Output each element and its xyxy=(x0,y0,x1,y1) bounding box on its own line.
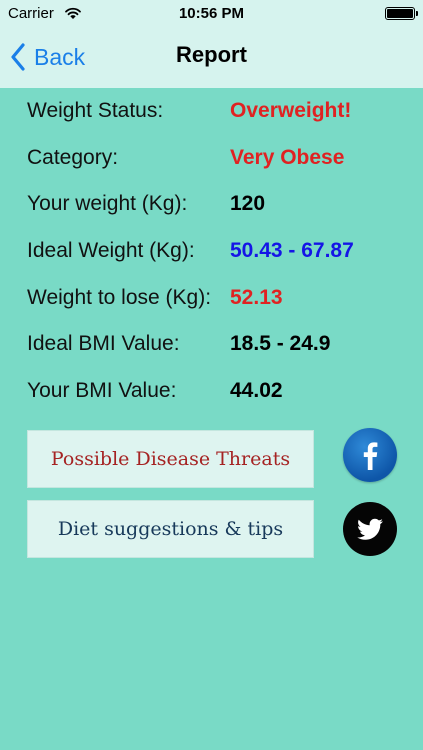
report-row-ideal-weight: Ideal Weight (Kg): 50.43 - 67.87 xyxy=(27,236,407,283)
battery-icon xyxy=(385,7,418,20)
diet-tips-button[interactable]: Diet suggestions & tips xyxy=(27,500,314,558)
report-row-ideal-bmi: Ideal BMI Value: 18.5 - 24.9 xyxy=(27,329,407,376)
report-row-category: Category: Very Obese xyxy=(27,143,407,190)
ideal-bmi-label: Ideal BMI Value: xyxy=(27,332,180,356)
ideal-weight-separator: - xyxy=(282,239,302,263)
category-label: Category: xyxy=(27,145,119,169)
report-row-weight-to-lose: Weight to lose (Kg): 52.13 xyxy=(27,283,407,330)
your-weight-value: 120 xyxy=(230,192,266,216)
category-value: Very Obese xyxy=(230,145,345,169)
status-time: 10:56 PM xyxy=(178,5,245,22)
your-bmi-value: 44.02 xyxy=(230,379,283,403)
your-bmi-label: Your BMI Value: xyxy=(27,379,177,403)
report-row-your-bmi: Your BMI Value: 44.02 xyxy=(27,376,407,423)
your-weight-label: Your weight (Kg): xyxy=(27,192,188,216)
navigation-bar: Back Report xyxy=(0,28,423,88)
report-screen: Carrier 10:56 PM Back Report Weight Stat… xyxy=(0,0,423,750)
weight-status-value: Overweight! xyxy=(230,99,352,122)
report-row-your-weight: Your weight (Kg): 120 xyxy=(27,189,407,236)
weight-to-lose-label: Weight to lose (Kg): xyxy=(27,285,212,309)
facebook-share-button[interactable] xyxy=(343,428,397,482)
status-bar: Carrier 10:56 PM xyxy=(0,0,423,28)
ideal-weight-low: 50.43 xyxy=(230,239,283,263)
ideal-weight-high: 67.87 xyxy=(301,239,354,263)
ideal-weight-label: Ideal Weight (Kg): xyxy=(27,239,195,263)
weight-status-label: Weight Status: xyxy=(27,99,164,122)
page-title: Report xyxy=(176,42,247,67)
ideal-bmi-value: 18.5 - 24.9 xyxy=(230,332,331,356)
twitter-icon xyxy=(357,518,383,540)
top-bar: Carrier 10:56 PM Back Report xyxy=(0,0,423,88)
ideal-weight-value: 50.43 - 67.87 xyxy=(230,236,354,266)
disease-threats-button[interactable]: Possible Disease Threats xyxy=(27,430,314,488)
twitter-share-button[interactable] xyxy=(343,502,397,556)
weight-to-lose-value: 52.13 xyxy=(230,285,283,309)
report-list: Weight Status: Overweight! Category: Ver… xyxy=(27,96,407,423)
report-row-weight-status: Weight Status: Overweight! xyxy=(27,96,407,143)
facebook-icon xyxy=(363,442,378,470)
